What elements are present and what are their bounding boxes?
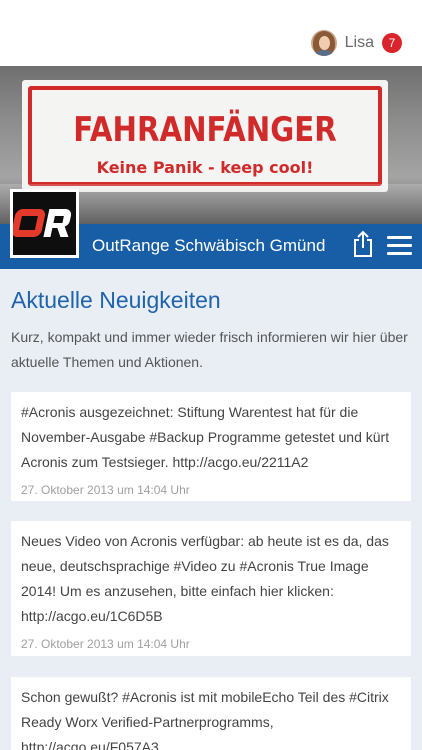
page-title: OutRange Schwäbisch Gmünd bbox=[92, 236, 326, 255]
hero-sticker: FAHRANFÄNGER Keine Panik - keep cool! bbox=[22, 80, 388, 192]
top-bar: Lisa 7 bbox=[0, 0, 422, 66]
user-profile[interactable]: Lisa 7 bbox=[310, 30, 402, 56]
news-text: Neues Video von Acronis verfügbar: ab he… bbox=[21, 533, 389, 624]
sticker-subtitle: Keine Panik - keep cool! bbox=[96, 158, 314, 177]
user-name[interactable]: Lisa bbox=[345, 34, 374, 52]
hamburger-menu-icon[interactable] bbox=[387, 236, 412, 255]
sticker-title: FAHRANFÄNGER bbox=[73, 110, 337, 150]
news-text: Schon gewußt? #Acronis ist mit mobileEch… bbox=[21, 689, 389, 750]
avatar[interactable] bbox=[310, 30, 337, 56]
intro-text: Kurz, kompakt und immer wieder frisch in… bbox=[11, 329, 408, 370]
section-title: Aktuelle Neuigkeiten bbox=[11, 287, 221, 313]
notification-badge[interactable]: 7 bbox=[382, 33, 402, 53]
news-text: #Acronis ausgezeichnet: Stiftung Warente… bbox=[21, 404, 390, 470]
news-card[interactable]: Neues Video von Acronis verfügbar: ab he… bbox=[11, 521, 411, 656]
news-date: 27. Oktober 2013 um 14:04 Uhr bbox=[21, 483, 190, 497]
news-date: 27. Oktober 2013 um 14:04 Uhr bbox=[21, 637, 190, 651]
outrange-logo bbox=[10, 189, 79, 258]
share-icon[interactable] bbox=[352, 230, 374, 258]
news-card[interactable]: Schon gewußt? #Acronis ist mit mobileEch… bbox=[11, 677, 411, 750]
news-card[interactable]: #Acronis ausgezeichnet: Stiftung Warente… bbox=[11, 392, 411, 501]
news-section: Aktuelle Neuigkeiten Kurz, kompakt und i… bbox=[0, 269, 422, 750]
